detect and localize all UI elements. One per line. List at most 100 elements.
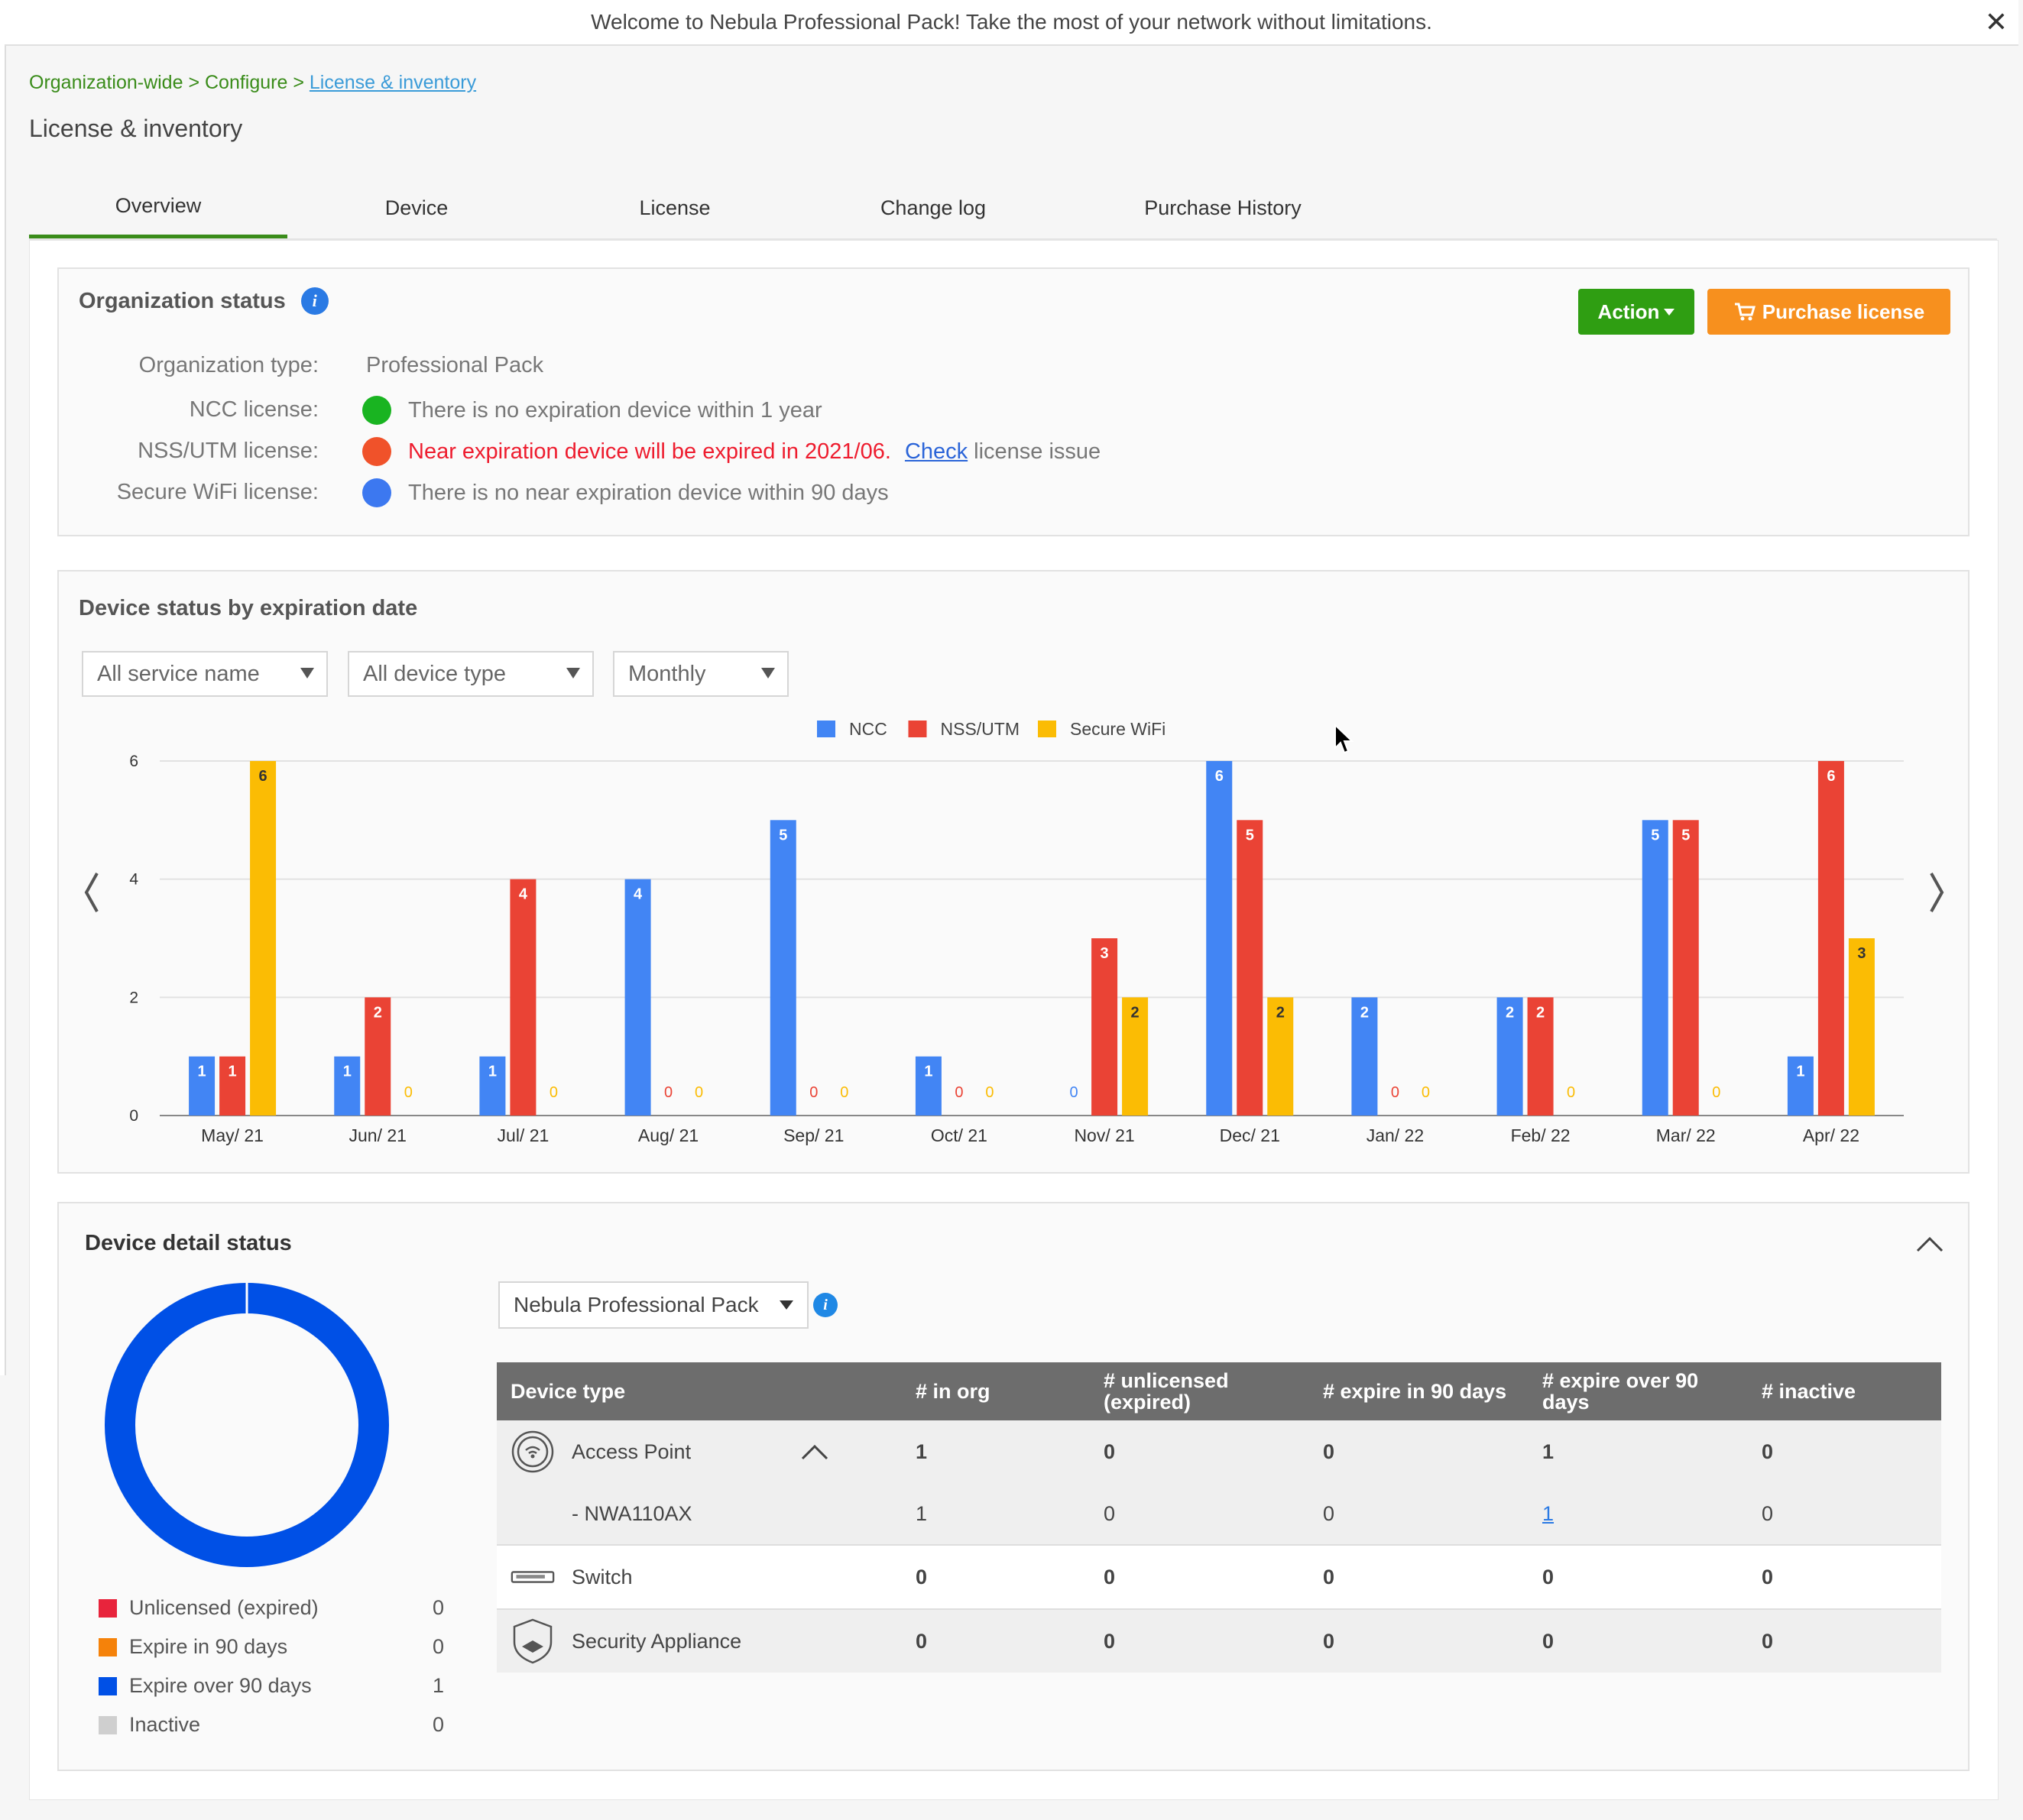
tab-overview[interactable]: Overview — [29, 177, 287, 238]
in-org-count: 1 — [902, 1483, 1090, 1545]
inactive-count: 0 — [1748, 1420, 1941, 1483]
chart-bar — [1237, 820, 1263, 1116]
col-in-org[interactable]: # in org — [902, 1362, 1090, 1420]
purchase-license-button[interactable]: Purchase license — [1707, 289, 1950, 335]
bar-value-label: 0 — [1391, 1084, 1399, 1101]
license-pack-select[interactable]: Nebula Professional Pack — [498, 1281, 809, 1329]
chart-bar — [624, 879, 651, 1116]
chevron-up-icon[interactable] — [799, 1443, 830, 1462]
breadcrumb-organization-wide[interactable]: Organization-wide — [29, 72, 183, 93]
organization-status-card: Organization status i Action Purchase li… — [57, 267, 1970, 536]
expire-in-90-count: 0 — [1309, 1544, 1529, 1609]
purchase-license-label: Purchase license — [1762, 300, 1925, 323]
close-icon[interactable]: ✕ — [1985, 6, 2008, 38]
col-unlicensed-expired[interactable]: # unlicensed (expired) — [1090, 1362, 1309, 1420]
x-tick-label: Nov/ 21 — [1074, 1125, 1134, 1145]
legend-expire-in-90-days: Expire in 90 days 0 — [99, 1635, 444, 1659]
legend-expire-over-90-days: Expire over 90 days 1 — [99, 1674, 444, 1698]
bar-value-label: 1 — [229, 1064, 237, 1080]
bar-value-label: 0 — [695, 1084, 703, 1101]
unlicensed-count: 0 — [1090, 1483, 1309, 1545]
x-tick-label: Oct/ 21 — [931, 1125, 987, 1145]
breadcrumb-separator: > — [287, 72, 310, 93]
tab-license[interactable]: License — [546, 177, 804, 238]
chart-bar — [1642, 820, 1668, 1116]
organization-status-title-text: Organization status — [79, 288, 286, 313]
page-title: License & inventory — [29, 115, 243, 142]
col-expire-in-90-days[interactable]: # expire in 90 days — [1309, 1362, 1529, 1420]
chevron-right-icon[interactable] — [1930, 873, 1944, 912]
tab-change-log[interactable]: Change log — [804, 177, 1062, 238]
col-expire-over-90-days[interactable]: # expire over 90 days — [1529, 1362, 1748, 1420]
bar-value-label: 1 — [1796, 1064, 1804, 1080]
bar-value-label: 0 — [1712, 1084, 1720, 1101]
table-row-security-appliance[interactable]: Security Appliance 0 0 0 0 0 — [497, 1608, 1941, 1673]
expire-in-90-count: 0 — [1309, 1608, 1529, 1673]
device-type-cell: Access Point — [511, 1430, 888, 1474]
license-issue-text: license issue — [974, 439, 1101, 464]
legend-inactive: Inactive 0 — [99, 1713, 444, 1737]
bar-value-label: 0 — [404, 1084, 413, 1101]
bar-value-label: 4 — [634, 886, 643, 903]
nss-utm-license-text: Near expiration device will be expired i… — [408, 439, 891, 464]
bar-value-label: 2 — [1276, 1004, 1285, 1021]
x-tick-label: Aug/ 21 — [638, 1125, 699, 1145]
y-tick-label: 0 — [129, 1107, 138, 1125]
table-row-nwa110ax: - NWA110AX 1 0 0 1 0 — [497, 1483, 1941, 1545]
bar-value-label: 0 — [809, 1084, 818, 1101]
bar-value-label: 2 — [1131, 1004, 1140, 1021]
x-tick-label: Apr/ 22 — [1803, 1125, 1859, 1145]
legend-unlicensed-expired: Unlicensed (expired) 0 — [99, 1596, 444, 1620]
legend-swatch — [99, 1637, 117, 1656]
welcome-banner-text: Welcome to Nebula Professional Pack! Tak… — [591, 10, 1432, 34]
red-status-dot-icon — [362, 437, 391, 466]
info-icon[interactable]: i — [300, 287, 329, 315]
device-type-cell: Security Appliance — [511, 1618, 888, 1664]
legend-swatch — [99, 1598, 117, 1618]
mouse-cursor-icon — [1334, 724, 1354, 754]
legend-count: 1 — [432, 1674, 444, 1697]
unlicensed-count: 0 — [1090, 1420, 1309, 1483]
table-row-access-point[interactable]: Access Point 1 0 0 1 0 — [497, 1420, 1941, 1483]
unlicensed-count: 0 — [1090, 1608, 1309, 1673]
inactive-count: 0 — [1748, 1608, 1941, 1673]
bar-value-label: 2 — [374, 1004, 382, 1021]
breadcrumb: Organization-wide > Configure > License … — [29, 72, 476, 94]
col-device-type[interactable]: Device type — [497, 1362, 902, 1420]
chart-bar — [1848, 938, 1875, 1116]
tab-purchase-history[interactable]: Purchase History — [1062, 177, 1383, 238]
in-org-count: 0 — [902, 1608, 1090, 1673]
bar-value-label: 0 — [1422, 1084, 1430, 1101]
organization-status-title: Organization status i — [79, 287, 329, 315]
bar-value-label: 6 — [1827, 768, 1835, 785]
y-tick-label: 4 — [129, 871, 138, 889]
chevron-left-icon[interactable] — [84, 873, 99, 912]
table-row-switch[interactable]: Switch 0 0 0 0 0 — [497, 1544, 1941, 1609]
breadcrumb-license-inventory[interactable]: License & inventory — [310, 72, 476, 93]
info-icon[interactable]: i — [813, 1293, 838, 1317]
bar-value-label: 0 — [1070, 1084, 1078, 1101]
check-link[interactable]: Check — [905, 439, 968, 465]
expiration-bar-chart: 0 2 4 6 NCC NSS/UTM Secure WiFi 1 1 6 May/ 21 1 2 0 Ju… — [84, 719, 1944, 1145]
legend-swatch — [1038, 721, 1056, 737]
device-status-chart-card: Device status by expiration date All ser… — [57, 570, 1970, 1174]
action-button[interactable]: Action — [1578, 289, 1694, 335]
breadcrumb-configure[interactable]: Configure — [205, 72, 287, 93]
legend-label: Secure WiFi — [1070, 719, 1165, 739]
secure-wifi-license-label: Secure WiFi license: — [116, 480, 319, 504]
tab-bar: Overview Device License Change log Purch… — [29, 177, 1383, 238]
col-inactive[interactable]: # inactive — [1748, 1362, 1941, 1420]
expire-over-90-link[interactable]: 1 — [1542, 1502, 1554, 1525]
table-cell: Switch — [497, 1544, 902, 1609]
collapse-chevron-up-icon[interactable] — [1914, 1234, 1945, 1254]
bar-value-label: 0 — [1567, 1084, 1575, 1101]
legend-swatch — [908, 721, 927, 737]
license-pack-select-value: Nebula Professional Pack — [514, 1293, 759, 1316]
tab-device[interactable]: Device — [287, 177, 546, 238]
inactive-count: 0 — [1748, 1483, 1941, 1545]
caret-down-icon — [1664, 308, 1675, 316]
chart-bar — [510, 879, 537, 1116]
legend-count: 0 — [432, 1635, 444, 1658]
chart-bar — [770, 820, 796, 1116]
bar-value-label: 4 — [519, 886, 528, 903]
